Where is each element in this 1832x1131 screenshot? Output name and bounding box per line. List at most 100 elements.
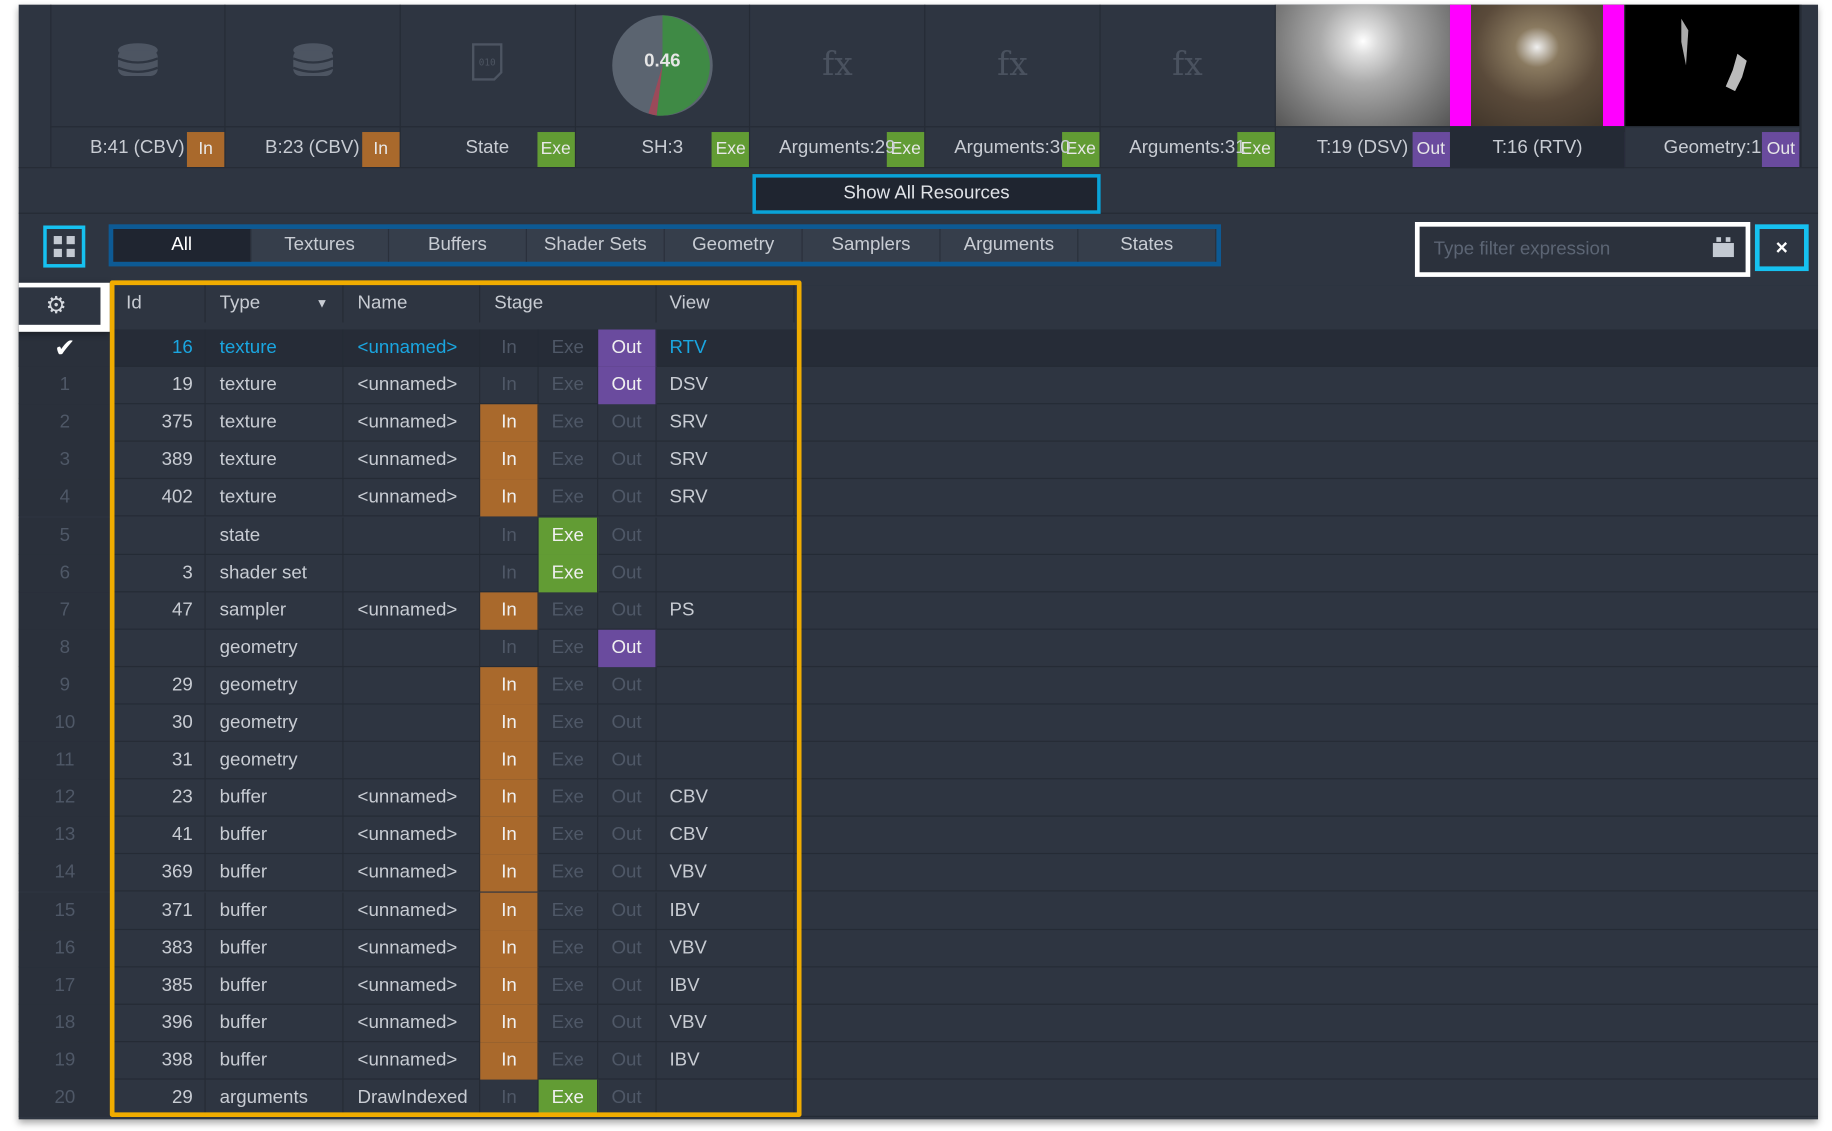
pie-value: 0.46 xyxy=(644,51,681,72)
cell-id: 385 xyxy=(112,967,206,1005)
resource-thumbnail[interactable]: Out T:19 (DSV) xyxy=(1275,4,1451,168)
cell-type: texture xyxy=(206,442,344,480)
row-index: 6 xyxy=(18,554,113,592)
stage-out: Out xyxy=(598,854,657,892)
resource-thumbnail[interactable]: In B:23 (CBV) xyxy=(225,4,401,168)
stage-out: Out xyxy=(598,704,657,742)
cell-view: SRV xyxy=(657,442,795,480)
table-row[interactable]: 6 3 shader set In Exe Out xyxy=(18,554,1819,592)
tab-shader-sets[interactable]: Shader Sets xyxy=(527,229,665,262)
stage-out: Out xyxy=(598,967,657,1005)
cell-name: <unnamed> xyxy=(344,479,481,517)
show-all-resources-button[interactable]: Show All Resources xyxy=(752,174,1101,214)
stage-out: Out xyxy=(597,366,657,405)
tab-textures[interactable]: Textures xyxy=(251,229,390,262)
clear-filter-icon[interactable] xyxy=(1712,237,1734,258)
resource-thumbnail[interactable]: fx Exe Arguments:30 xyxy=(925,4,1101,168)
table-row[interactable]: 16 383 buffer <unnamed> In Exe Out VBV xyxy=(18,929,1819,967)
cell-type: buffer xyxy=(206,817,344,855)
column-settings-button[interactable]: ⚙ xyxy=(18,282,110,332)
thumbnail-preview xyxy=(1625,4,1800,127)
resource-label: Arguments:29 xyxy=(750,126,925,168)
table-row[interactable]: 5 state In Exe Out xyxy=(18,517,1819,555)
row-index: 11 xyxy=(18,742,113,780)
stage-out: Out xyxy=(598,1004,657,1042)
cell-type: buffer xyxy=(206,892,344,930)
resource-type-tabs: All Textures Buffers Shader Sets Geometry Sam… xyxy=(108,224,1221,267)
table-row[interactable]: 1 19 texture <unnamed> In Exe Out DSV xyxy=(18,366,1819,405)
header-stage[interactable]: Stage xyxy=(480,285,657,323)
header-type[interactable]: Type ▼ xyxy=(206,285,344,323)
tab-states[interactable]: States xyxy=(1078,229,1217,262)
cell-id: 369 xyxy=(112,854,206,892)
table-row[interactable]: 14 369 buffer <unnamed> In Exe Out VBV xyxy=(18,854,1819,892)
stage-exe: Exe xyxy=(539,404,598,442)
table-row[interactable]: 7 47 sampler <unnamed> In Exe Out PS xyxy=(18,592,1819,630)
resource-thumbnail[interactable]: In B:41 (CBV) xyxy=(50,4,226,168)
table-row[interactable]: 2 375 texture <unnamed> In Exe Out SRV xyxy=(18,404,1819,442)
stage-out: Out xyxy=(597,629,657,667)
stage-out: Out xyxy=(598,817,657,855)
resource-thumbnail[interactable]: 010 Exe State xyxy=(400,4,576,168)
table-row[interactable]: 18 396 buffer <unnamed> In Exe Out VBV xyxy=(18,1004,1819,1042)
tab-arguments[interactable]: Arguments xyxy=(941,229,1079,262)
close-button[interactable]: × xyxy=(1754,224,1809,272)
cell-id: 389 xyxy=(112,442,206,480)
cell-type: geometry xyxy=(206,742,344,780)
cell-view: VBV xyxy=(657,929,795,967)
table-row[interactable]: 12 23 buffer <unnamed> In Exe Out CBV xyxy=(18,779,1819,817)
thumbnail-preview: fx xyxy=(750,5,924,127)
cell-name: <unnamed> xyxy=(344,442,481,480)
resource-thumbnail[interactable]: 0.46 Exe SH:3 xyxy=(575,4,751,168)
stage-exe: Exe xyxy=(539,1004,598,1042)
cell-name: <unnamed> xyxy=(344,779,481,817)
resource-thumbnail[interactable]: fx Exe Arguments:31 xyxy=(1100,4,1276,168)
tab-all[interactable]: All xyxy=(113,229,252,262)
cell-id: 19 xyxy=(112,366,206,405)
tab-buffers[interactable]: Buffers xyxy=(389,229,527,262)
stage-exe: Exe xyxy=(539,817,598,855)
tab-geometry[interactable]: Geometry xyxy=(665,229,803,262)
table-row[interactable]: 8 geometry In Exe Out xyxy=(18,629,1819,667)
cell-id: 383 xyxy=(112,929,206,967)
cell-id: 30 xyxy=(112,704,206,742)
row-index: 19 xyxy=(18,1042,113,1080)
cell-id: 29 xyxy=(112,1079,206,1117)
filter-input[interactable] xyxy=(1431,233,1694,267)
stage-in: In xyxy=(480,1004,539,1042)
table-row[interactable]: 10 30 geometry In Exe Out xyxy=(18,704,1819,742)
table-row[interactable]: 13 41 buffer <unnamed> In Exe Out CBV xyxy=(18,817,1819,855)
header-view[interactable]: View xyxy=(657,285,795,323)
table-row[interactable]: 19 398 buffer <unnamed> In Exe Out IBV xyxy=(18,1042,1819,1080)
filter-box xyxy=(1414,221,1751,277)
fx-icon: fx xyxy=(822,44,853,83)
table-row[interactable]: 15 371 buffer <unnamed> In Exe Out IBV xyxy=(18,892,1819,930)
cell-type: buffer xyxy=(206,1042,344,1080)
stage-out: Out xyxy=(598,779,657,817)
cell-view: VBV xyxy=(657,1004,795,1042)
cell-name: <unnamed> xyxy=(344,929,481,967)
table-row[interactable]: 20 29 arguments DrawIndexed In Exe Out xyxy=(18,1079,1819,1117)
table-row[interactable]: 3 389 texture <unnamed> In Exe Out SRV xyxy=(18,442,1819,480)
resource-thumbnail[interactable]: fx Exe Arguments:29 xyxy=(750,4,926,168)
table-row[interactable]: 4 402 texture <unnamed> In Exe Out SRV xyxy=(18,479,1819,517)
tab-samplers[interactable]: Samplers xyxy=(803,229,941,262)
cell-id xyxy=(112,629,206,667)
stage-exe: Exe xyxy=(538,1079,598,1117)
table-row[interactable]: 17 385 buffer <unnamed> In Exe Out IBV xyxy=(18,967,1819,1005)
checkmark-icon: ✔ xyxy=(18,329,113,367)
resource-thumbnail[interactable]: Out Geometry:1 xyxy=(1625,4,1801,168)
resource-thumbnail[interactable]: OutT:16 (RTV) xyxy=(1450,4,1626,169)
stage-exe: Exe xyxy=(539,592,598,630)
row-index: 1 xyxy=(18,366,113,405)
header-id[interactable]: Id xyxy=(112,285,206,323)
cell-view: IBV xyxy=(657,892,795,930)
resource-label: SH:3 xyxy=(575,126,750,168)
cell-view: SRV xyxy=(657,479,795,517)
row-index: 8 xyxy=(18,629,113,667)
grid-view-button[interactable] xyxy=(43,225,86,268)
header-name[interactable]: Name xyxy=(344,285,481,323)
table-row[interactable]: 11 31 geometry In Exe Out xyxy=(18,742,1819,780)
table-row[interactable]: 9 29 geometry In Exe Out xyxy=(18,667,1819,705)
table-row[interactable]: ✔ 16 texture <unnamed> In Exe Out RTV xyxy=(18,329,1819,367)
